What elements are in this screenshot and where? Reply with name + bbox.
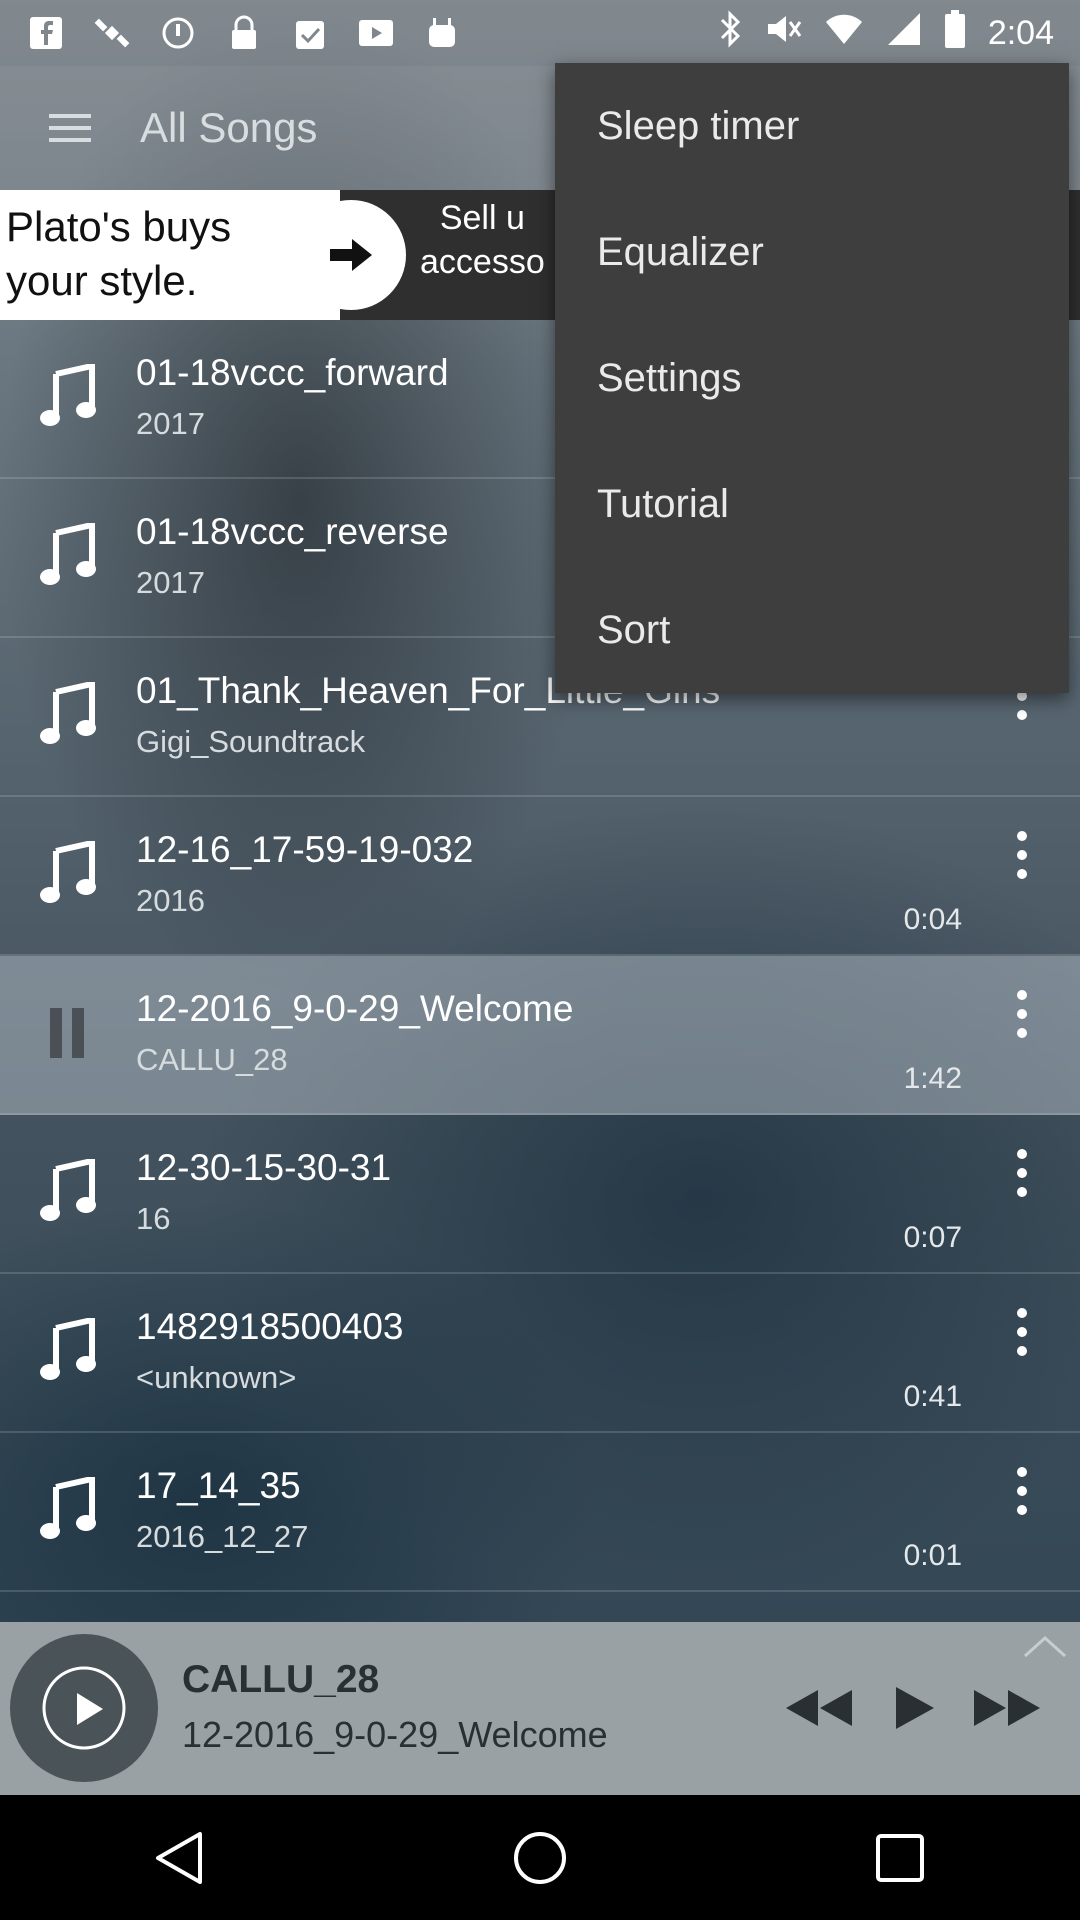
mini-player[interactable]: CALLU_28 12-2016_9-0-29_Welcome: [0, 1622, 1080, 1795]
notification-icons: [26, 13, 462, 53]
system-status: 2:04: [718, 9, 1054, 57]
song-duration: 0:41: [903, 1380, 962, 1413]
clipboard-check-icon: [290, 13, 330, 53]
alarm-off-icon: [158, 13, 198, 53]
menu-item-sleep-timer[interactable]: Sleep timer: [555, 63, 1069, 189]
back-icon[interactable]: [130, 1808, 230, 1908]
menu-item-sort[interactable]: Sort: [555, 567, 1069, 693]
song-title: 12-16_17-59-19-032: [136, 829, 474, 870]
music-note-icon: [40, 362, 96, 428]
album-art-play-icon[interactable]: [10, 1634, 158, 1782]
signal-icon: [886, 11, 922, 56]
menu-item-tutorial[interactable]: Tutorial: [555, 441, 1069, 567]
song-subtitle: 2017: [136, 565, 205, 600]
play-icon[interactable]: [878, 1680, 948, 1736]
system-nav-bar: [0, 1795, 1080, 1920]
bluetooth-icon: [718, 9, 742, 57]
song-subtitle: CALLU_28: [136, 1042, 288, 1077]
song-duration: 0:01: [903, 1539, 962, 1572]
list-item[interactable]: 1482918500403 <unknown> 0:41: [0, 1274, 1080, 1433]
song-title: 12-30-15-30-31: [136, 1147, 392, 1188]
satellite-icon: [92, 13, 132, 53]
page-title: All Songs: [140, 104, 318, 151]
rewind-icon[interactable]: [784, 1680, 854, 1736]
hamburger-menu-icon[interactable]: [0, 66, 140, 190]
chevron-up-icon[interactable]: [1022, 1634, 1068, 1658]
pause-icon[interactable]: [40, 1000, 96, 1064]
more-options-icon[interactable]: [1002, 1143, 1042, 1203]
music-note-icon: [40, 839, 96, 905]
list-item-playing[interactable]: 12-2016_9-0-29_Welcome CALLU_28 1:42: [0, 956, 1080, 1115]
song-duration: 0:07: [903, 1221, 962, 1254]
mute-icon: [764, 10, 802, 57]
list-item[interactable]: 12-30-15-30-31 16 0:07: [0, 1115, 1080, 1274]
song-title: 17_14_35: [136, 1465, 301, 1506]
status-bar: 2:04: [0, 0, 1080, 66]
facebook-icon: [26, 13, 66, 53]
arrow-right-icon[interactable]: [296, 200, 406, 310]
song-title: 01-18vccc_reverse: [136, 511, 449, 552]
ad-headline: Plato's buys your style.: [0, 190, 340, 320]
song-subtitle: 2016: [136, 883, 205, 918]
song-subtitle: <unknown>: [136, 1360, 297, 1395]
android-icon: [422, 13, 462, 53]
ad-headline-line1: Plato's buys: [6, 203, 232, 250]
ad-body: Sell u accesso: [420, 196, 545, 284]
music-note-icon: [40, 1157, 96, 1223]
fast-forward-icon[interactable]: [972, 1680, 1042, 1736]
more-options-icon[interactable]: [1002, 1302, 1042, 1362]
video-icon: [356, 13, 396, 53]
list-item[interactable]: 12-16_17-59-19-032 2016 0:04: [0, 797, 1080, 956]
now-playing-title: 12-2016_9-0-29_Welcome: [182, 1714, 608, 1755]
music-note-icon: [40, 1475, 96, 1541]
battery-icon: [944, 9, 966, 57]
song-subtitle: 2017: [136, 406, 205, 441]
menu-item-settings[interactable]: Settings: [555, 315, 1069, 441]
ad-headline-line2: your style.: [6, 257, 198, 304]
song-subtitle: 2016_12_27: [136, 1519, 309, 1554]
home-icon[interactable]: [490, 1808, 590, 1908]
more-options-icon[interactable]: [1002, 825, 1042, 885]
more-options-icon[interactable]: [1002, 984, 1042, 1044]
music-note-icon: [40, 680, 96, 746]
now-playing-artist: CALLU_28: [182, 1658, 380, 1701]
list-item[interactable]: 17_14_35 2016_12_27 0:01: [0, 1433, 1080, 1592]
music-note-icon: [40, 1316, 96, 1382]
ad-body-line2: accesso: [420, 243, 545, 281]
song-title: 1482918500403: [136, 1306, 404, 1347]
song-subtitle: Gigi_Soundtrack: [136, 724, 366, 759]
song-title: 12-2016_9-0-29_Welcome: [136, 988, 574, 1029]
song-subtitle: 16: [136, 1201, 171, 1236]
song-title: 01-18vccc_forward: [136, 352, 449, 393]
more-options-icon[interactable]: [1002, 1461, 1042, 1521]
song-duration: 0:04: [903, 903, 962, 936]
clock: 2:04: [987, 13, 1054, 52]
overflow-menu: Sleep timer Equalizer Settings Tutorial …: [555, 63, 1069, 693]
song-duration: 1:42: [903, 1062, 962, 1095]
ad-body-line1: Sell u: [439, 199, 525, 237]
lock-icon: [224, 13, 264, 53]
music-note-icon: [40, 521, 96, 587]
menu-item-equalizer[interactable]: Equalizer: [555, 189, 1069, 315]
recents-icon[interactable]: [850, 1808, 950, 1908]
wifi-icon: [824, 12, 864, 55]
